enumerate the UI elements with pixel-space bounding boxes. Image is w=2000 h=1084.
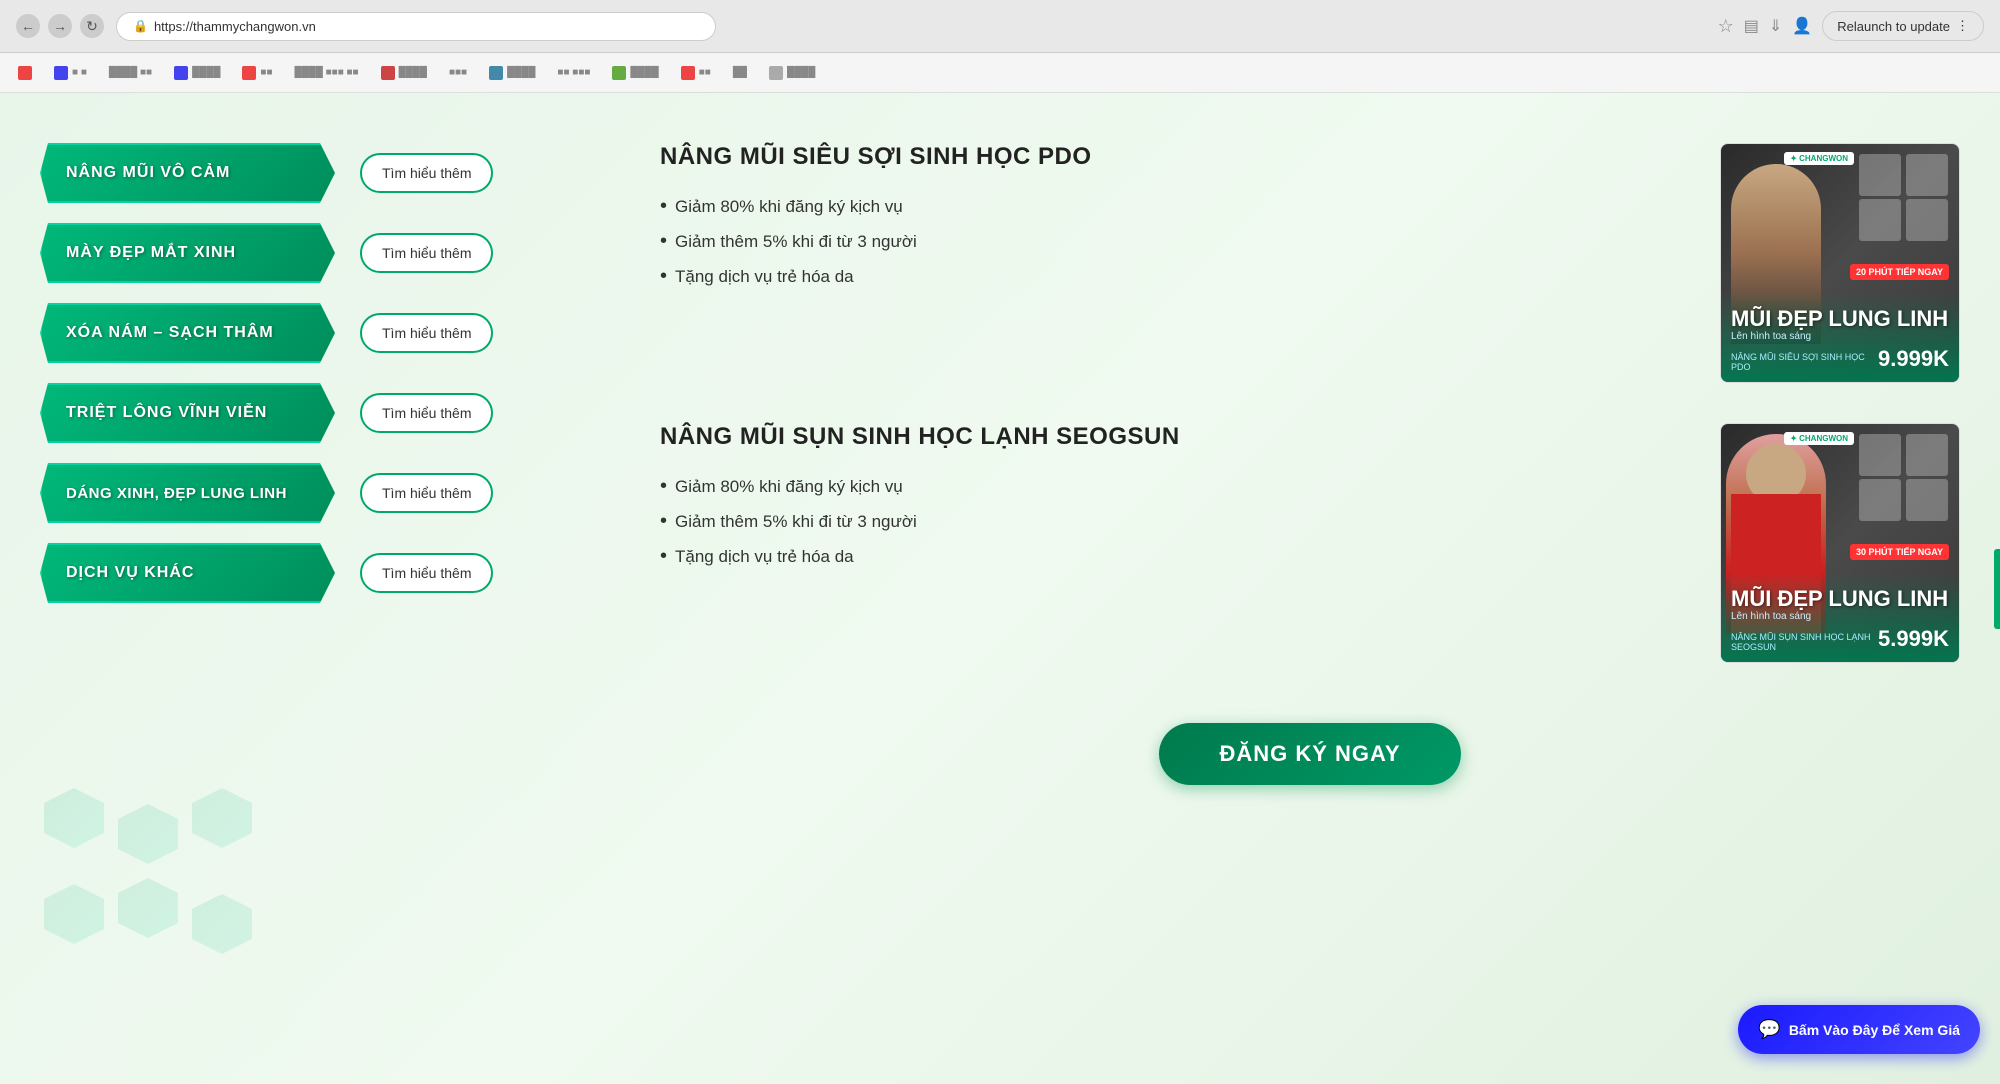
promo-image-seogsun: ✦ CHANGWON 30 PHÚT TIẾP NGAY MŨI ĐẸP LUN… [1720, 423, 1960, 663]
bottom-section: ĐĂNG KÝ NGAY [660, 703, 1960, 815]
bookmark-6[interactable]: ████ ■■■ ■■ [287, 63, 367, 82]
service-info-pdo: NÂNG MŨI SIÊU SỢI SINH HỌC PDO Giảm 80% … [660, 143, 1690, 288]
feature-pdo-3: Tặng dịch vụ trẻ hóa da [660, 265, 1690, 288]
register-button[interactable]: ĐĂNG KÝ NGAY [1159, 723, 1460, 785]
more-btn-2[interactable]: Tìm hiểu thêm [360, 233, 493, 273]
feature-pdo-2: Giảm thêm 5% khi đi từ 3 người [660, 230, 1690, 253]
service-btn-label-dich-vu[interactable]: DỊCH VỤ KHÁC [40, 543, 350, 603]
service-title-pdo: NÂNG MŨI SIÊU SỢI SINH HỌC PDO [660, 143, 1690, 171]
cast-icon[interactable]: ▤ [1744, 16, 1759, 36]
more-btn-4[interactable]: Tìm hiểu thêm [360, 393, 493, 433]
bookmark-14[interactable]: ████ [761, 62, 823, 84]
chat-label: Bấm Vào Đây Để Xem Giá [1789, 1022, 1960, 1038]
changwon-logo-2: ✦ CHANGWON [1784, 432, 1854, 445]
promo-price-2: 5.999K [1878, 626, 1949, 651]
service-section-seogsun: NÂNG MŨI SỤN SINH HỌC LẠNH SEOGSUN Giảm … [660, 423, 1960, 663]
chat-button[interactable]: 💬 Bấm Vào Đây Để Xem Giá [1738, 1005, 1980, 1054]
service-btn-label-nang-mui[interactable]: NÂNG MŨI VÔ CẢM [40, 143, 350, 203]
btn-label-2: MÀY ĐẸP MẮT XINH [66, 244, 236, 262]
more-btn-1[interactable]: Tìm hiểu thêm [360, 153, 493, 193]
service-btn-nang-mui-vo-cam[interactable]: NÂNG MŨI VÔ CẢM Tìm hiểu thêm [40, 143, 580, 203]
bookmark-9[interactable]: ████ [481, 62, 543, 84]
feature-seogsun-1: Giảm 80% khi đăng ký kịch vụ [660, 475, 1690, 498]
bookmark-13[interactable]: ██ [725, 63, 755, 82]
chat-icon: 💬 [1758, 1019, 1780, 1040]
browser-actions: ☆ ▤ ⇓ 👤 Relaunch to update ⋮ [1718, 11, 1984, 41]
feature-pdo-1: Giảm 80% khi đăng ký kịch vụ [660, 195, 1690, 218]
btn-label-6: DỊCH VỤ KHÁC [66, 564, 194, 582]
promo-price-1: 9.999K [1878, 346, 1949, 371]
promo-service-2: NÂNG MŨI SỤN SINH HỌC LẠNH SEOGSUN [1731, 632, 1871, 652]
service-features-seogsun: Giảm 80% khi đăng ký kịch vụ Giảm thêm 5… [660, 475, 1690, 568]
bookmark-3[interactable]: ████ ■■ [101, 63, 160, 82]
relaunch-button[interactable]: Relaunch to update ⋮ [1822, 11, 1984, 41]
promo-subtitle-1: Lên hình toa sáng [1731, 331, 1811, 342]
bg-decoration [40, 784, 240, 984]
promo-badge-2: 30 PHÚT TIẾP NGAY [1850, 544, 1949, 560]
profile-icon[interactable]: 👤 [1792, 16, 1812, 36]
menu-icon: ⋮ [1956, 18, 1969, 34]
browser-chrome: ← → ↻ 🔒 https://thammychangwon.vn ☆ ▤ ⇓ … [0, 0, 2000, 53]
promo-subtitle-2: Lên hình toa sáng [1731, 611, 1811, 622]
promo-title1-2: MŨI ĐẸP [1731, 586, 1822, 611]
bookmark-2[interactable]: ■ ■ [46, 62, 95, 84]
star-icon[interactable]: ☆ [1718, 16, 1734, 37]
bookmark-1[interactable] [10, 62, 40, 84]
btn-label-1: NÂNG MŨI VÔ CẢM [66, 164, 230, 182]
bookmark-11[interactable]: ████ [604, 62, 666, 84]
service-btn-label-xoa-nam[interactable]: XÓA NÁM – SẠCH THÂM [40, 303, 350, 363]
service-btn-dich-vu-khac[interactable]: DỊCH VỤ KHÁC Tìm hiểu thêm [40, 543, 580, 603]
bookmarks-bar: ■ ■ ████ ■■ ████ ■■ ████ ■■■ ■■ ████ ■■■… [0, 53, 2000, 93]
service-btn-label-may-dep[interactable]: MÀY ĐẸP MẮT XINH [40, 223, 350, 283]
service-info-seogsun: NÂNG MŨI SỤN SINH HỌC LẠNH SEOGSUN Giảm … [660, 423, 1690, 568]
bookmark-10[interactable]: ■■ ■■■ [549, 63, 598, 82]
bookmark-8[interactable]: ■■■ [441, 63, 475, 82]
service-btn-label-dang-xinh[interactable]: DÁNG XINH, ĐẸP LUNG LINH [40, 463, 350, 523]
feature-seogsun-2: Giảm thêm 5% khi đi từ 3 người [660, 510, 1690, 533]
url-text: https://thammychangwon.vn [154, 19, 316, 34]
service-title-seogsun: NÂNG MŨI SỤN SINH HỌC LẠNH SEOGSUN [660, 423, 1690, 451]
btn-label-5: DÁNG XINH, ĐẸP LUNG LINH [66, 485, 287, 502]
bookmark-7[interactable]: ████ [373, 62, 435, 84]
address-bar[interactable]: 🔒 https://thammychangwon.vn [116, 12, 716, 41]
promo-title2-2: LUNG LINH [1828, 586, 1948, 611]
more-btn-6[interactable]: Tìm hiểu thêm [360, 553, 493, 593]
promo-title1-1: MŨI ĐẸP [1731, 306, 1822, 331]
changwon-logo-1: ✦ CHANGWON [1784, 152, 1854, 165]
promo-service-1: NÂNG MŨI SIÊU SỢI SINH HỌC PDO [1731, 352, 1865, 372]
btn-label-4: TRIỆT LÔNG VĨNH VIỄN [66, 404, 267, 422]
service-btn-xoa-nam[interactable]: XÓA NÁM – SẠCH THÂM Tìm hiểu thêm [40, 303, 580, 363]
relaunch-label: Relaunch to update [1837, 19, 1950, 34]
more-btn-5[interactable]: Tìm hiểu thêm [360, 473, 493, 513]
service-section-pdo: NÂNG MŨI SIÊU SỢI SINH HỌC PDO Giảm 80% … [660, 143, 1960, 383]
right-accent [1994, 549, 2000, 629]
service-features-pdo: Giảm 80% khi đăng ký kịch vụ Giảm thêm 5… [660, 195, 1690, 288]
back-button[interactable]: ← [16, 14, 40, 38]
service-btn-triet-long[interactable]: TRIỆT LÔNG VĨNH VIỄN Tìm hiểu thêm [40, 383, 580, 443]
promo-image-pdo: ✦ CHANGWON 20 PHÚT TIẾP NGAY MŨI ĐẸP LUN… [1720, 143, 1960, 383]
feature-seogsun-3: Tặng dịch vụ trẻ hóa da [660, 545, 1690, 568]
reload-button[interactable]: ↻ [80, 14, 104, 38]
promo-title2-1: LUNG LINH [1828, 306, 1948, 331]
more-btn-3[interactable]: Tìm hiểu thêm [360, 313, 493, 353]
service-btn-dang-xinh[interactable]: DÁNG XINH, ĐẸP LUNG LINH Tìm hiểu thêm [40, 463, 580, 523]
bookmark-4[interactable]: ████ [166, 62, 228, 84]
service-btn-label-triet-long[interactable]: TRIỆT LÔNG VĨNH VIỄN [40, 383, 350, 443]
btn-label-3: XÓA NÁM – SẠCH THÂM [66, 324, 274, 342]
download-icon[interactable]: ⇓ [1769, 16, 1782, 36]
lock-icon: 🔒 [133, 19, 148, 33]
bookmark-5[interactable]: ■■ [234, 62, 280, 84]
bookmark-12[interactable]: ■■ [673, 62, 719, 84]
nav-buttons: ← → ↻ [16, 14, 104, 38]
service-btn-may-dep[interactable]: MÀY ĐẸP MẮT XINH Tìm hiểu thêm [40, 223, 580, 283]
promo-badge-1: 20 PHÚT TIẾP NGAY [1850, 264, 1949, 280]
forward-button[interactable]: → [48, 14, 72, 38]
main-content: NÂNG MŨI SIÊU SỢI SINH HỌC PDO Giảm 80% … [620, 123, 2000, 1054]
page-content: NÂNG MŨI VÔ CẢM Tìm hiểu thêm MÀY ĐẸP MẮ… [0, 93, 2000, 1084]
